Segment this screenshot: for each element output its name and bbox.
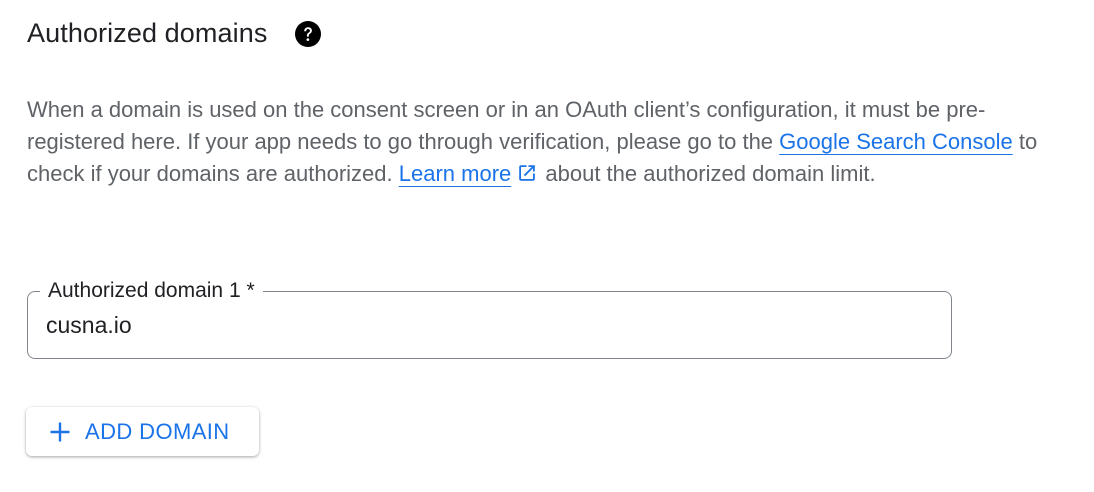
google-search-console-link[interactable]: Google Search Console bbox=[779, 129, 1013, 154]
section-title: Authorized domains bbox=[27, 18, 268, 48]
add-domain-label: ADD DOMAIN bbox=[85, 418, 230, 444]
description-text-end: about the authorized domain limit. bbox=[539, 161, 876, 186]
authorized-domains-section: Authorized domains When a domain is used… bbox=[0, 0, 1094, 492]
help-icon[interactable] bbox=[295, 20, 322, 47]
learn-more-link[interactable]: Learn more bbox=[399, 161, 512, 186]
section-description: When a domain is used on the consent scr… bbox=[27, 94, 1057, 190]
section-header: Authorized domains bbox=[27, 18, 322, 49]
plus-icon bbox=[48, 420, 72, 444]
authorized-domain-input[interactable] bbox=[46, 310, 926, 340]
open-in-new-icon[interactable] bbox=[517, 160, 537, 181]
add-domain-button[interactable]: ADD DOMAIN bbox=[26, 407, 259, 456]
authorized-domain-field: Authorized domain 1 * bbox=[27, 278, 952, 359]
authorized-domain-label: Authorized domain 1 * bbox=[40, 278, 263, 304]
